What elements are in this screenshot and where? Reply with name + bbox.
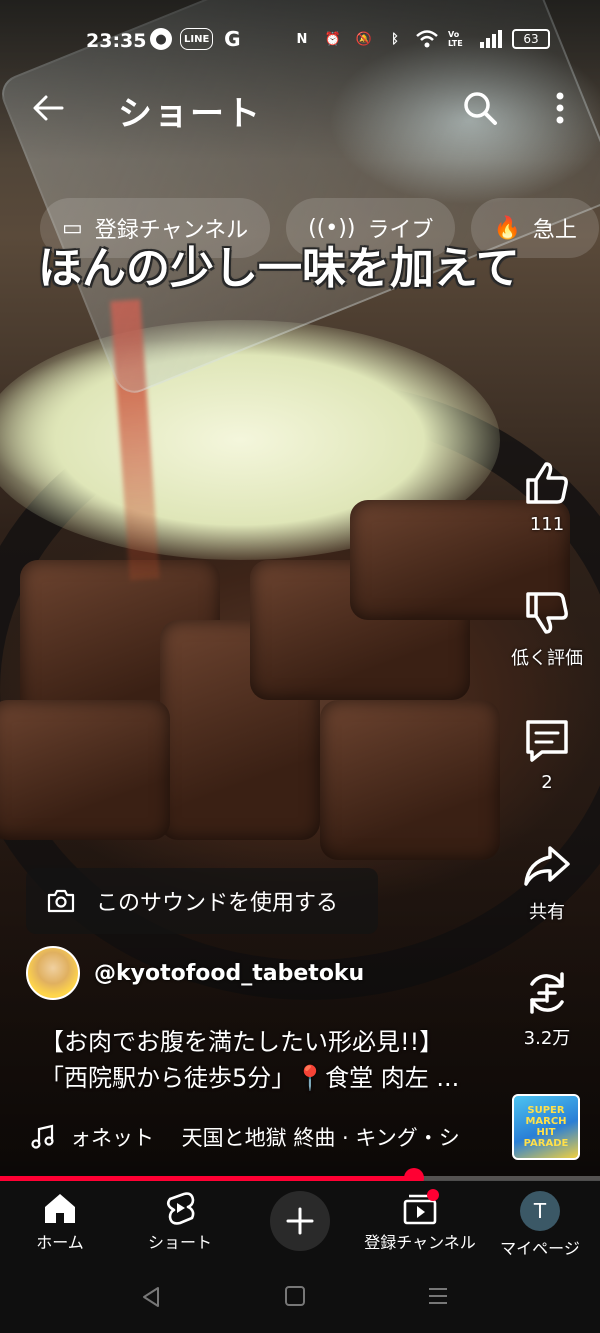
description-line: 「西院駅から徒歩5分」📍食堂 肉左 ... — [40, 1064, 460, 1092]
nav-shorts[interactable]: ショート — [120, 1191, 240, 1253]
system-home-icon[interactable] — [284, 1285, 306, 1307]
chip-label: 急上 — [532, 218, 577, 243]
volte-icon: Vo LTE — [448, 30, 463, 48]
video-description[interactable]: 【お肉でお腹を満たしたい形必見!!】 「西院駅から徒歩5分」📍食堂 肉左 ... — [40, 1024, 500, 1096]
mute-icon: 🔕 — [355, 31, 373, 47]
shorts-icon — [166, 1192, 195, 1225]
music-note-icon — [31, 1124, 54, 1149]
search-icon — [464, 92, 497, 125]
google-icon: G — [224, 27, 241, 51]
home-icon — [45, 1194, 75, 1223]
channel-handle[interactable]: @kyotofood_tabetoku — [94, 961, 364, 986]
user-initial: T — [533, 1199, 547, 1223]
system-navigation-bar — [0, 1261, 600, 1333]
back-button[interactable] — [28, 88, 68, 128]
user-avatar: T — [520, 1191, 560, 1231]
plus-icon — [286, 1207, 314, 1235]
arrow-left-icon — [33, 95, 64, 121]
system-back-icon[interactable] — [140, 1285, 162, 1309]
comments-button[interactable]: 2 — [510, 716, 584, 793]
create-button[interactable] — [270, 1191, 330, 1251]
nav-home[interactable]: ホーム — [0, 1191, 120, 1253]
notification-dot — [427, 1189, 439, 1201]
system-menu-icon[interactable] — [426, 1285, 450, 1307]
share-label: 共有 — [529, 902, 565, 923]
video-caption: ほんの少し一味を加えて — [38, 243, 520, 294]
wifi-icon — [415, 28, 439, 50]
comment-icon — [526, 720, 568, 762]
camera-icon — [47, 889, 75, 913]
meat-shape — [0, 700, 170, 840]
status-bar: 23:35 ● LINE G N ⏰ 🔕 ᛒ Vo LTE 63 — [0, 24, 600, 60]
album-art-text: SUPER MARCH HIT PARADE — [523, 1105, 569, 1149]
channel-avatar[interactable] — [26, 946, 80, 1000]
remix-icon — [530, 972, 564, 1014]
share-icon — [524, 846, 570, 886]
thumbs-down-icon — [526, 592, 568, 634]
bottom-navigation: ホーム ショート 登録チャンネル T マイページ — [0, 1181, 600, 1261]
status-time: 23:35 — [86, 30, 147, 52]
nfc-icon: N — [296, 31, 308, 47]
bluetooth-icon: ᛒ — [391, 31, 399, 47]
more-vert-icon — [556, 92, 564, 124]
battery-level: 63 — [523, 32, 539, 46]
battery-icon: 63 — [512, 29, 550, 49]
channel-row[interactable]: @kyotofood_tabetoku — [26, 946, 364, 1000]
thumbs-up-icon — [526, 462, 568, 504]
like-button[interactable]: 111 — [510, 458, 584, 535]
nav-label: ホーム — [36, 1233, 84, 1252]
signal-icon — [479, 28, 503, 50]
app-notification-icon: ● — [150, 28, 172, 50]
like-count: 111 — [529, 514, 565, 535]
album-art-thumbnail[interactable]: SUPER MARCH HIT PARADE — [512, 1094, 580, 1160]
music-row[interactable]: ォネット 天国と地獄 終曲 · キング・シ — [30, 1122, 496, 1152]
page-title: ショート — [118, 94, 262, 134]
music-title: ォネット 天国と地獄 終曲 · キング・シ — [70, 1126, 460, 1150]
line-icon: LINE — [180, 28, 214, 50]
alarm-icon: ⏰ — [324, 31, 342, 47]
dislike-label: 低く評価 — [511, 648, 583, 669]
use-sound-label: このサウンドを使用する — [96, 891, 339, 916]
description-line: 【お肉でお腹を満たしたい形必見!!】 — [40, 1028, 444, 1056]
share-button[interactable]: 共有 — [510, 842, 584, 924]
nav-label: ショート — [147, 1233, 212, 1252]
remix-button[interactable]: 3.2万 — [510, 968, 584, 1050]
nav-label: マイページ — [500, 1239, 580, 1258]
top-app-bar: ショート — [0, 80, 600, 136]
comment-count: 2 — [541, 772, 553, 793]
search-button[interactable] — [460, 88, 500, 128]
nav-label: 登録チャンネル — [364, 1233, 476, 1252]
dislike-button[interactable]: 低く評価 — [510, 588, 584, 670]
use-sound-button[interactable]: このサウンドを使用する — [26, 868, 378, 934]
remix-count: 3.2万 — [523, 1028, 571, 1049]
nav-mypage[interactable]: T マイページ — [480, 1191, 600, 1259]
more-options-button[interactable] — [540, 88, 580, 128]
nav-subscriptions[interactable]: 登録チャンネル — [360, 1191, 480, 1253]
